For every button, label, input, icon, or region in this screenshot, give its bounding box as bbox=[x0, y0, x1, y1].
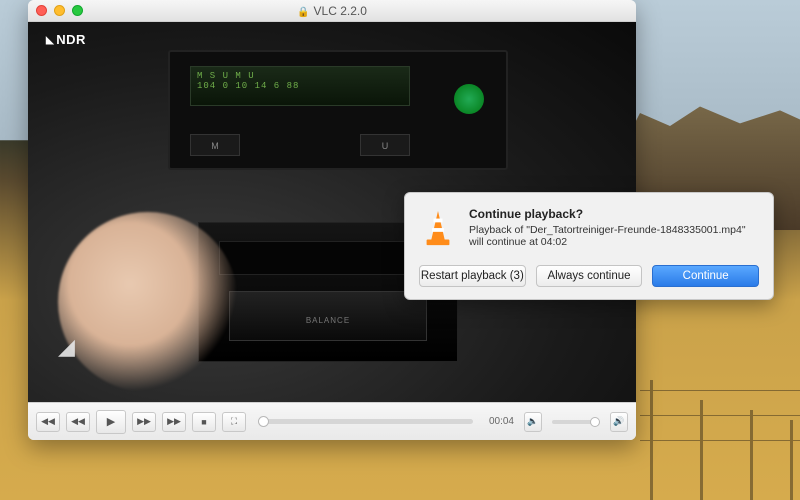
dialog-title: Continue playback? bbox=[469, 207, 759, 221]
video-content-radio-button: U bbox=[360, 134, 410, 156]
dialog-message: Playback of "Der_Tatortreiniger-Freunde-… bbox=[469, 224, 759, 248]
lock-icon: 🔒 bbox=[297, 7, 309, 18]
continue-button[interactable]: Continue bbox=[652, 265, 759, 287]
desktop-wallpaper-detail bbox=[640, 360, 800, 500]
dialog-filename: Der_Tatortreiniger-Freunde-1848335001.mp… bbox=[530, 224, 742, 236]
dialog-message-prefix: Playback of " bbox=[469, 224, 530, 236]
window-title-text: VLC 2.2.0 bbox=[314, 4, 367, 18]
stop-button[interactable]: ■ bbox=[192, 412, 216, 432]
maximize-icon[interactable] bbox=[72, 5, 83, 16]
window-titlebar[interactable]: 🔒 VLC 2.2.0 bbox=[28, 0, 636, 22]
button-label: Always continue bbox=[547, 270, 630, 282]
fullscreen-icon: ⛶ bbox=[231, 416, 237, 427]
minimize-icon[interactable] bbox=[54, 5, 65, 16]
volume-handle[interactable] bbox=[590, 417, 600, 427]
volume-high-icon: 🔊 bbox=[613, 416, 624, 427]
button-label: Restart playback (3) bbox=[421, 270, 524, 282]
volume-up-button[interactable]: 🔊 bbox=[610, 412, 628, 432]
seek-bar[interactable] bbox=[258, 419, 473, 424]
skip-back-icon: ◀◀ bbox=[41, 416, 55, 427]
vlc-cone-icon bbox=[419, 207, 457, 251]
cassette-label: BALANCE bbox=[199, 316, 457, 325]
skip-forward-button[interactable]: ▶▶ bbox=[162, 412, 186, 432]
video-content-radio-button: M bbox=[190, 134, 240, 156]
radio-display-line: 104 0 10 14 6 88 bbox=[197, 81, 403, 91]
volume-low-icon: 🔈 bbox=[527, 416, 538, 427]
broadcaster-watermark: ◣NDR bbox=[46, 32, 86, 47]
rewind-icon: ◀◀ bbox=[71, 416, 85, 427]
skip-back-button[interactable]: ◀◀ bbox=[36, 412, 60, 432]
play-button[interactable]: ▶ bbox=[96, 410, 126, 434]
always-continue-button[interactable]: Always continue bbox=[536, 265, 643, 287]
fast-forward-icon: ▶▶ bbox=[137, 416, 151, 427]
continue-playback-dialog: Continue playback? Playback of "Der_Tato… bbox=[404, 192, 774, 300]
video-content-radio: M S U M U 104 0 10 14 6 88 M U bbox=[168, 50, 508, 170]
volume-slider[interactable] bbox=[552, 420, 600, 424]
skip-forward-icon: ▶▶ bbox=[167, 416, 181, 427]
video-content-radio-knob bbox=[454, 84, 484, 114]
seek-handle[interactable] bbox=[258, 416, 269, 427]
window-traffic-lights bbox=[36, 5, 83, 16]
video-overlay-indicator-icon: ◢ bbox=[58, 334, 75, 360]
rewind-button[interactable]: ◀◀ bbox=[66, 412, 90, 432]
watermark-icon: ◣ bbox=[46, 35, 54, 46]
radio-display-line: M S U M U bbox=[197, 71, 403, 81]
window-title: 🔒 VLC 2.2.0 bbox=[28, 4, 636, 18]
close-icon[interactable] bbox=[36, 5, 47, 16]
video-content-radio-display: M S U M U 104 0 10 14 6 88 bbox=[190, 66, 410, 106]
volume-down-button[interactable]: 🔈 bbox=[524, 412, 542, 432]
fullscreen-button[interactable]: ⛶ bbox=[222, 412, 246, 432]
restart-playback-button[interactable]: Restart playback (3) bbox=[419, 265, 526, 287]
stop-icon: ■ bbox=[201, 417, 206, 427]
video-content-hand bbox=[58, 212, 238, 392]
play-icon: ▶ bbox=[107, 415, 115, 428]
fast-forward-button[interactable]: ▶▶ bbox=[132, 412, 156, 432]
button-label: Continue bbox=[683, 270, 729, 282]
time-elapsed: 00:04 bbox=[489, 416, 514, 427]
broadcaster-watermark-text: NDR bbox=[56, 32, 86, 47]
playback-controls: ◀◀ ◀◀ ▶ ▶▶ ▶▶ ■ ⛶ 00:04 🔈 🔊 bbox=[28, 402, 636, 440]
